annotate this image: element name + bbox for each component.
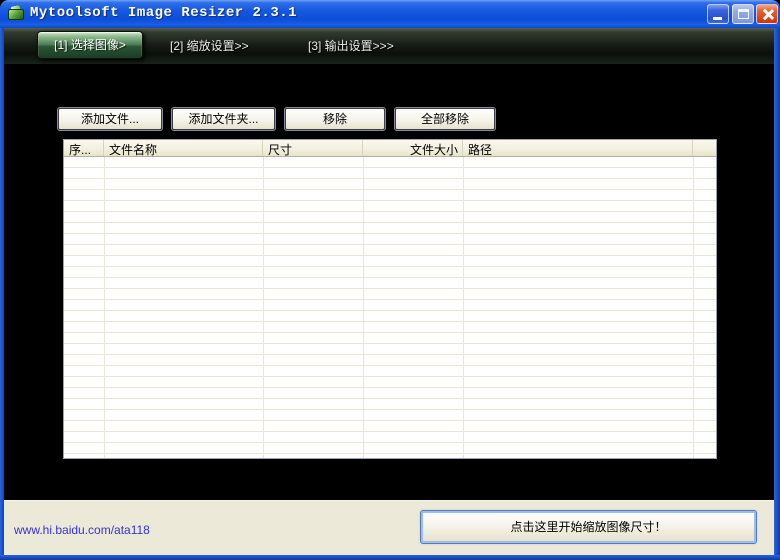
- grid-line: [263, 157, 264, 458]
- column-header-filesize[interactable]: 文件大小: [363, 140, 463, 156]
- app-window: Mytoolsoft Image Resizer 2.3.1 [1] 选择图像>…: [0, 0, 780, 560]
- start-resize-button[interactable]: 点击这里开始缩放图像尺寸！: [420, 510, 757, 544]
- remove-all-button[interactable]: 全部移除: [395, 108, 495, 130]
- remove-button[interactable]: 移除: [285, 108, 385, 130]
- bottom-panel: www.hi.baidu.com/ata118 点击这里开始缩放图像尺寸！: [4, 500, 774, 555]
- file-list-table[interactable]: 序... 文件名称 尺寸 文件大小 路径: [63, 139, 717, 459]
- add-folder-button[interactable]: 添加文件夹...: [172, 108, 275, 130]
- homepage-link[interactable]: www.hi.baidu.com/ata118: [14, 523, 150, 537]
- column-header-filler: [693, 140, 716, 156]
- grid-line: [463, 157, 464, 458]
- grid-line: [693, 157, 694, 458]
- table-body-empty[interactable]: [64, 157, 716, 458]
- grid-line: [104, 157, 105, 458]
- step-tab-bar: [1] 选择图像> [2] 缩放设置>> [3] 输出设置>>>: [0, 28, 780, 64]
- tab-output-settings[interactable]: [3] 输出设置>>>: [308, 28, 394, 64]
- tab-resize-settings[interactable]: [2] 缩放设置>>: [170, 28, 249, 64]
- tab-select-images[interactable]: [1] 选择图像>: [37, 31, 143, 59]
- add-files-button[interactable]: 添加文件...: [58, 108, 162, 130]
- column-header-dimensions[interactable]: 尺寸: [263, 140, 363, 156]
- app-icon-body: [8, 9, 24, 20]
- maximize-icon: [738, 9, 749, 19]
- window-title: Mytoolsoft Image Resizer 2.3.1: [30, 5, 298, 21]
- maximize-button[interactable]: [732, 4, 754, 24]
- column-header-filename[interactable]: 文件名称: [104, 140, 263, 156]
- minimize-button[interactable]: [707, 4, 729, 24]
- table-header-row: 序... 文件名称 尺寸 文件大小 路径: [64, 140, 716, 157]
- window-border-left: [0, 28, 4, 560]
- column-header-path[interactable]: 路径: [463, 140, 693, 156]
- column-header-index[interactable]: 序...: [64, 140, 104, 156]
- title-bar: Mytoolsoft Image Resizer 2.3.1: [0, 0, 780, 28]
- close-button[interactable]: [756, 4, 778, 24]
- minimize-icon: [713, 17, 722, 20]
- window-border-bottom: [0, 555, 780, 560]
- grid-line: [363, 157, 364, 458]
- app-icon: [7, 5, 25, 22]
- window-border-right: [774, 28, 780, 560]
